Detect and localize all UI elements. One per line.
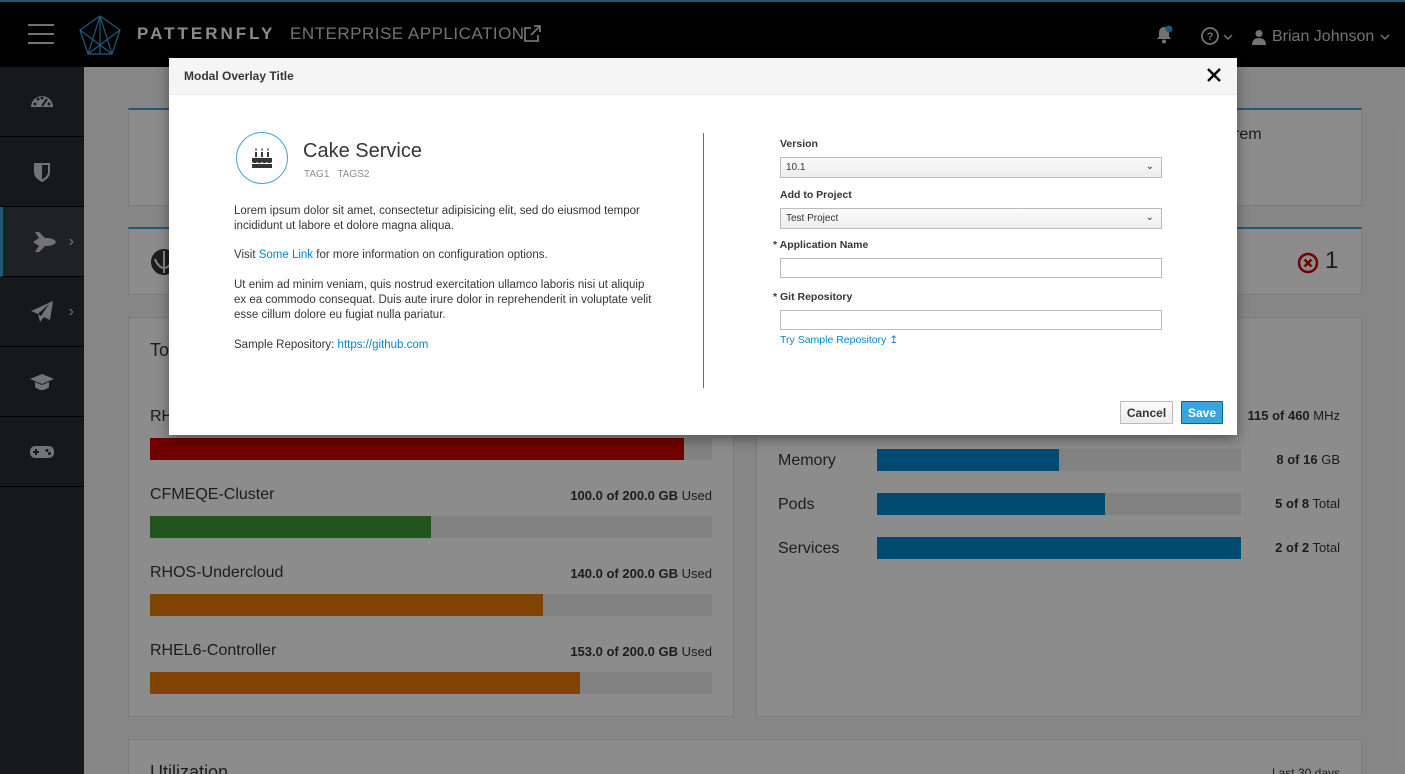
visit-paragraph: Visit Some Link for more information on … [234, 249, 548, 261]
save-button[interactable]: Save [1181, 401, 1223, 424]
version-label: Version [780, 138, 818, 150]
birthday-cake-icon [252, 148, 272, 168]
application-name-label: * Application Name [773, 239, 869, 251]
cancel-button[interactable]: Cancel [1120, 401, 1173, 424]
git-repository-input[interactable] [780, 310, 1162, 330]
service-tags: TAG1 TAGS2 [304, 169, 369, 180]
project-value: Test Project [786, 213, 839, 224]
close-icon[interactable] [1205, 66, 1223, 84]
version-select[interactable]: 10.1 ⌄ [780, 157, 1162, 178]
try-sample-repository-link[interactable]: Try Sample Repository ↥ [780, 334, 898, 346]
chevron-down-icon: ⌄ [1145, 212, 1154, 223]
service-name: Cake Service [303, 140, 422, 162]
git-repository-label: * Git Repository [773, 291, 853, 303]
service-tag: TAG1 [304, 169, 330, 180]
modal-title: Modal Overlay Title [184, 69, 294, 83]
sample-repository-paragraph: Sample Repository: https://github.com [234, 339, 429, 351]
version-value: 10.1 [786, 162, 806, 173]
description-paragraph: Lorem ipsum dolor sit amet, consectetur … [234, 205, 640, 232]
chevron-down-icon: ⌄ [1145, 161, 1154, 172]
vertical-divider [703, 133, 704, 388]
project-select[interactable]: Test Project ⌄ [780, 208, 1162, 229]
sample-repository-link[interactable]: https://github.com [338, 339, 429, 351]
service-icon-circle [236, 132, 288, 184]
modal-dialog: Modal Overlay Title Cake Service TAG1 TA… [169, 58, 1237, 435]
modal-header: Modal Overlay Title [169, 58, 1237, 95]
level-up-icon: ↥ [889, 334, 899, 346]
application-name-input[interactable] [780, 258, 1162, 278]
service-tag: TAGS2 [337, 169, 370, 180]
project-label: Add to Project [780, 189, 852, 201]
description-paragraph: Ut enim ad minim veniam, quis nostrud ex… [234, 279, 652, 321]
some-link[interactable]: Some Link [259, 249, 313, 261]
